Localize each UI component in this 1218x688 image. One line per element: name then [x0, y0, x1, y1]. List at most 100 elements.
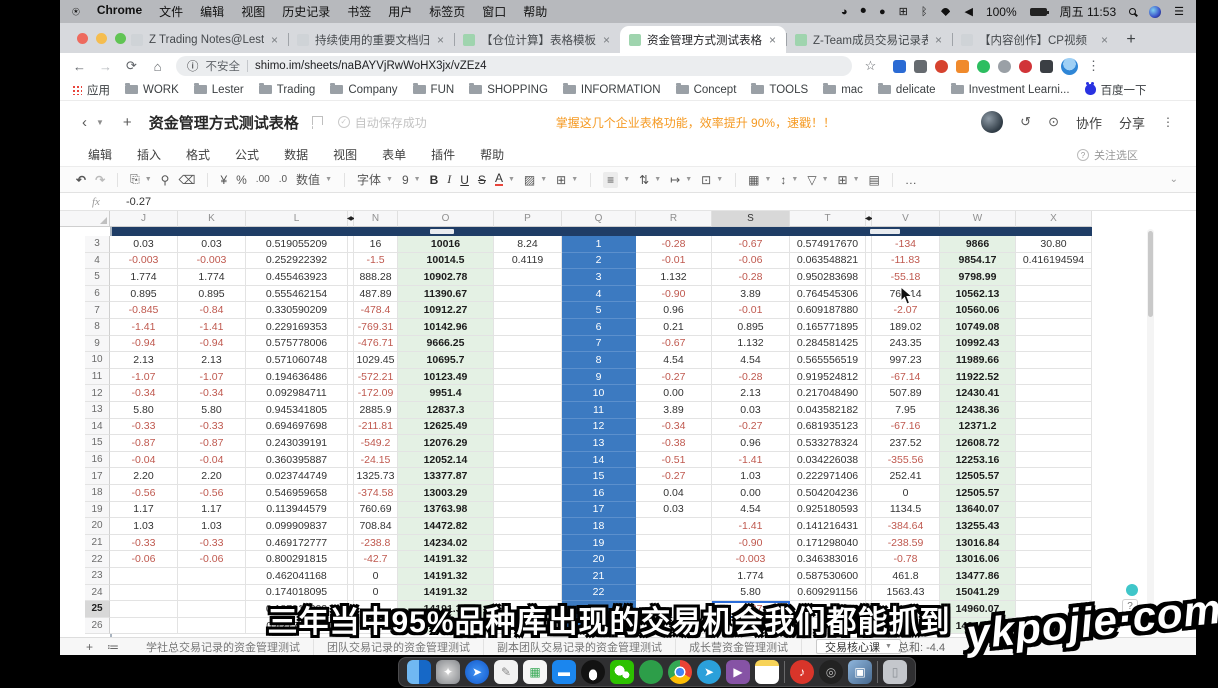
- cell-T16[interactable]: 0.034226038: [790, 452, 866, 469]
- cell-N23[interactable]: 0: [354, 568, 398, 585]
- info-icon[interactable]: ⓘ: [187, 58, 199, 74]
- row-header-16[interactable]: 16: [85, 452, 110, 469]
- cell-V11[interactable]: -67.14: [872, 369, 940, 386]
- favorite-flag-icon[interactable]: [312, 116, 323, 129]
- help-circle-icon[interactable]: ?: [1077, 149, 1089, 161]
- cell-P6[interactable]: [494, 286, 562, 303]
- cell-P16[interactable]: [494, 452, 562, 469]
- home-button[interactable]: ⌂: [150, 59, 165, 74]
- netease-music-dock-icon[interactable]: ♪: [790, 660, 814, 684]
- cell-K13[interactable]: 5.80: [178, 402, 246, 419]
- wifi-icon[interactable]: [940, 8, 951, 16]
- cell-O23[interactable]: 14191.32: [398, 568, 494, 585]
- cell-L3[interactable]: 0.519055209: [246, 236, 348, 253]
- cell-R19[interactable]: 0.03: [636, 502, 712, 519]
- cell-T20[interactable]: 0.141216431: [790, 518, 866, 535]
- cell-K9[interactable]: -0.94: [178, 336, 246, 353]
- cell-J23[interactable]: [110, 568, 178, 585]
- cell-O5[interactable]: 10902.78: [398, 269, 494, 286]
- cell-Q13[interactable]: 11: [562, 402, 636, 419]
- back-to-desktop-icon[interactable]: ‹: [82, 114, 87, 131]
- cell-L14[interactable]: 0.694697698: [246, 419, 348, 436]
- cell-T13[interactable]: 0.043582182: [790, 402, 866, 419]
- filter-icon[interactable]: ▽: [807, 173, 816, 187]
- menubar-item-5[interactable]: 书签: [347, 3, 371, 20]
- cell-R13[interactable]: 3.89: [636, 402, 712, 419]
- cell-Q12[interactable]: 10: [562, 385, 636, 402]
- vertical-align-icon[interactable]: ⇅: [639, 173, 649, 187]
- cell-S4[interactable]: -0.06: [712, 253, 790, 270]
- cell-J3[interactable]: 0.03: [110, 236, 178, 253]
- trash-dock-icon[interactable]: ▯: [883, 660, 907, 684]
- underline-icon[interactable]: U: [460, 173, 469, 187]
- cell-Q4[interactable]: 2: [562, 253, 636, 270]
- cell-V15[interactable]: 237.52: [872, 435, 940, 452]
- video-player-dock-icon[interactable]: ▶: [726, 660, 750, 684]
- cell-T8[interactable]: 0.165771895: [790, 319, 866, 336]
- browser-tab-3[interactable]: 资金管理方式测试表格×: [620, 26, 786, 53]
- strikethrough-icon[interactable]: S: [478, 173, 486, 187]
- cell-P13[interactable]: [494, 402, 562, 419]
- cell-X15[interactable]: [1016, 435, 1092, 452]
- cell-P12[interactable]: [494, 385, 562, 402]
- cell-R3[interactable]: -0.28: [636, 236, 712, 253]
- tab-close-icon[interactable]: ×: [436, 33, 445, 47]
- cell-L22[interactable]: 0.800291815: [246, 551, 348, 568]
- cell-Q9[interactable]: 7: [562, 336, 636, 353]
- column-header-K[interactable]: K: [178, 211, 246, 227]
- more-tools-icon[interactable]: …: [905, 173, 917, 187]
- insert-image-icon[interactable]: ▦: [748, 173, 759, 187]
- cell-K21[interactable]: -0.33: [178, 535, 246, 552]
- browser-menu-icon[interactable]: ⋮: [1086, 58, 1101, 74]
- cell-W18[interactable]: 12505.57: [940, 485, 1016, 502]
- cell-R16[interactable]: -0.51: [636, 452, 712, 469]
- bookmark-item-8[interactable]: Concept: [676, 84, 737, 96]
- cell-R20[interactable]: [636, 518, 712, 535]
- cell-S23[interactable]: 1.774: [712, 568, 790, 585]
- cell-V21[interactable]: -238.59: [872, 535, 940, 552]
- cell-X11[interactable]: [1016, 369, 1092, 386]
- vertical-align-caret[interactable]: ▼: [654, 176, 661, 183]
- row-header-4[interactable]: 4: [85, 253, 110, 270]
- cell-R4[interactable]: -0.01: [636, 253, 712, 270]
- evernote-dock-icon[interactable]: [639, 660, 663, 684]
- cell-V17[interactable]: 252.41: [872, 468, 940, 485]
- cell-N8[interactable]: -769.31: [354, 319, 398, 336]
- cell-W17[interactable]: 12505.57: [940, 468, 1016, 485]
- cell-P20[interactable]: [494, 518, 562, 535]
- cell-L11[interactable]: 0.194636486: [246, 369, 348, 386]
- cell-X9[interactable]: [1016, 336, 1092, 353]
- numbers-dock-icon[interactable]: ▦: [523, 660, 547, 684]
- cell-P14[interactable]: [494, 419, 562, 436]
- cell-V9[interactable]: 243.35: [872, 336, 940, 353]
- cell-X17[interactable]: [1016, 468, 1092, 485]
- cell-Q8[interactable]: 6: [562, 319, 636, 336]
- column-header-J[interactable]: J: [110, 211, 178, 227]
- collaborate-button[interactable]: 协作: [1076, 113, 1102, 132]
- bookmark-item-7[interactable]: INFORMATION: [563, 84, 661, 96]
- browser-tab-1[interactable]: 持续使用的重要文档归总@L×: [288, 26, 454, 53]
- cell-Q6[interactable]: 4: [562, 286, 636, 303]
- cell-J5[interactable]: 1.774: [110, 269, 178, 286]
- cell-O14[interactable]: 12625.49: [398, 419, 494, 436]
- bookmark-item-12[interactable]: Investment Learni...: [951, 84, 1070, 96]
- finder-dock-icon[interactable]: [407, 660, 431, 684]
- cell-K22[interactable]: -0.06: [178, 551, 246, 568]
- cell-X20[interactable]: [1016, 518, 1092, 535]
- cell-J14[interactable]: -0.33: [110, 419, 178, 436]
- row-header-14[interactable]: 14: [85, 419, 110, 436]
- cell-W11[interactable]: 11922.52: [940, 369, 1016, 386]
- row-header-21[interactable]: 21: [85, 535, 110, 552]
- cell-S3[interactable]: -0.67: [712, 236, 790, 253]
- cell-R18[interactable]: 0.04: [636, 485, 712, 502]
- cell-J19[interactable]: 1.17: [110, 502, 178, 519]
- presentation-mode-icon[interactable]: ⊙: [1048, 114, 1059, 130]
- cell-L12[interactable]: 0.092984711: [246, 385, 348, 402]
- bookmark-item-10[interactable]: mac: [823, 84, 863, 96]
- bookmark-item-6[interactable]: SHOPPING: [469, 84, 548, 96]
- camera-app-dock-icon[interactable]: ◎: [819, 660, 843, 684]
- cell-W15[interactable]: 12608.72: [940, 435, 1016, 452]
- row-header-6[interactable]: 6: [85, 286, 110, 303]
- cell-Q3[interactable]: 1: [562, 236, 636, 253]
- currency-format-icon[interactable]: ¥: [220, 173, 227, 187]
